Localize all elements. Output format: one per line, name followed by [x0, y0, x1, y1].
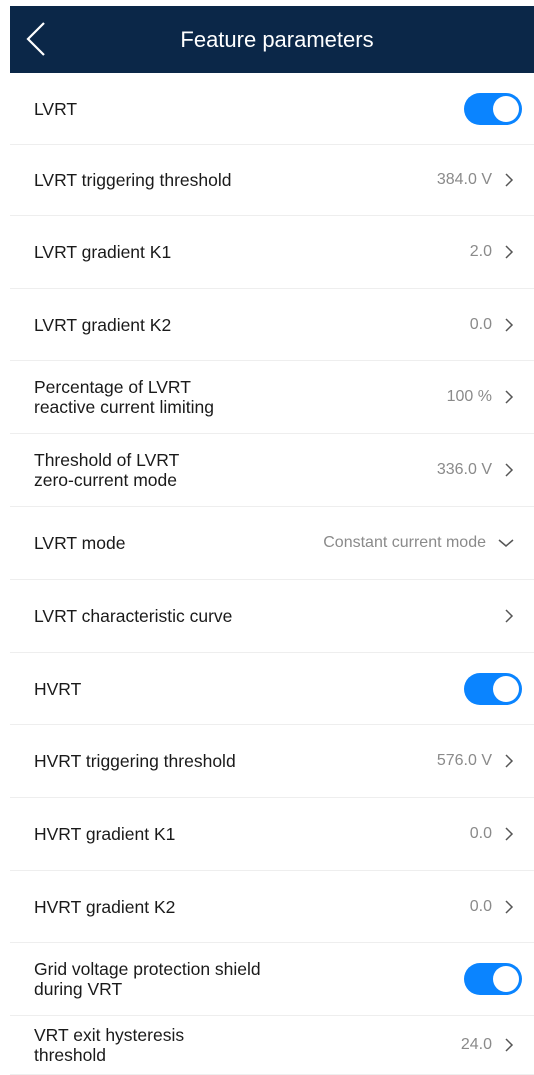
chevron-down-icon	[498, 539, 514, 547]
chevron-right-icon	[505, 609, 514, 623]
chevron-right-icon	[505, 245, 514, 259]
setting-label: Percentage of LVRT reactive current limi…	[34, 377, 214, 417]
setting-label: LVRT characteristic curve	[34, 606, 233, 626]
setting-row[interactable]: LVRT triggering threshold 384.0 V	[10, 145, 534, 216]
setting-row[interactable]: HVRT	[10, 653, 534, 725]
setting-label: Threshold of LVRT zero-current mode	[34, 450, 180, 490]
setting-row[interactable]: Grid voltage protection shield during VR…	[10, 943, 534, 1016]
chevron-right-icon	[505, 754, 514, 768]
setting-row[interactable]: HVRT gradient K2 0.0	[10, 871, 534, 943]
setting-value: 0.0	[469, 315, 492, 333]
title-bar: Feature parameters	[10, 6, 534, 73]
setting-label: HVRT gradient K2	[34, 896, 176, 917]
chevron-right-icon	[505, 173, 514, 187]
chevron-right-icon	[505, 390, 514, 404]
toggle-switch[interactable]	[464, 672, 522, 705]
setting-label: LVRT gradient K1	[34, 242, 172, 262]
chevron-right-icon	[505, 899, 514, 914]
setting-row[interactable]: HVRT gradient K1 0.0	[10, 798, 534, 871]
setting-row[interactable]: LVRT characteristic curve	[10, 580, 534, 653]
toggle-knob	[493, 966, 519, 992]
setting-value: 576.0 V	[436, 752, 492, 769]
setting-label: LVRT gradient K2	[34, 314, 172, 335]
setting-row[interactable]: HVRT triggering threshold 576.0 V	[10, 725, 534, 798]
setting-label: LVRT	[34, 98, 78, 119]
setting-label: Grid voltage protection shield during VR…	[34, 959, 261, 999]
setting-label: HVRT	[34, 678, 82, 699]
setting-row[interactable]: Percentage of LVRT reactive current limi…	[10, 361, 534, 434]
setting-row[interactable]: LVRT gradient K1 2.0	[10, 216, 534, 289]
setting-value: 0.0	[469, 825, 492, 842]
setting-value: 2.0	[469, 243, 492, 260]
setting-value: Constant current mode	[323, 534, 486, 551]
chevron-right-icon	[505, 1038, 514, 1052]
settings-list: LVRT LVRT triggering threshold 384.0 V LVRT…	[10, 73, 534, 1075]
page-title: Feature parameters	[180, 27, 374, 52]
setting-label: HVRT gradient K1	[34, 824, 176, 844]
setting-row[interactable]: LVRT mode Constant current mode	[10, 507, 534, 580]
toggle-switch[interactable]	[464, 963, 522, 995]
setting-row[interactable]: Threshold of LVRT zero-current mode 336.0…	[10, 434, 534, 507]
setting-label: LVRT triggering threshold	[34, 170, 232, 190]
setting-value: 100 %	[446, 388, 492, 405]
setting-row[interactable]: VRT exit hysteresis threshold 24.0	[10, 1016, 534, 1075]
toggle-knob	[493, 675, 519, 702]
toggle-switch[interactable]	[464, 92, 522, 125]
setting-label: HVRT triggering threshold	[34, 751, 236, 771]
setting-label: VRT exit hysteresis threshold	[34, 1025, 185, 1065]
setting-value: 384.0 V	[436, 171, 492, 188]
chevron-right-icon	[505, 317, 514, 332]
setting-label: LVRT mode	[34, 533, 126, 553]
setting-row[interactable]: LVRT gradient K2 0.0	[10, 289, 534, 361]
chevron-right-icon	[505, 827, 514, 841]
setting-row[interactable]: LVRT	[10, 73, 534, 145]
toggle-knob	[493, 95, 519, 122]
chevron-right-icon	[505, 463, 514, 477]
setting-value: 0.0	[469, 897, 492, 915]
setting-value: 24.0	[460, 1036, 492, 1053]
setting-value: 336.0 V	[436, 461, 492, 478]
